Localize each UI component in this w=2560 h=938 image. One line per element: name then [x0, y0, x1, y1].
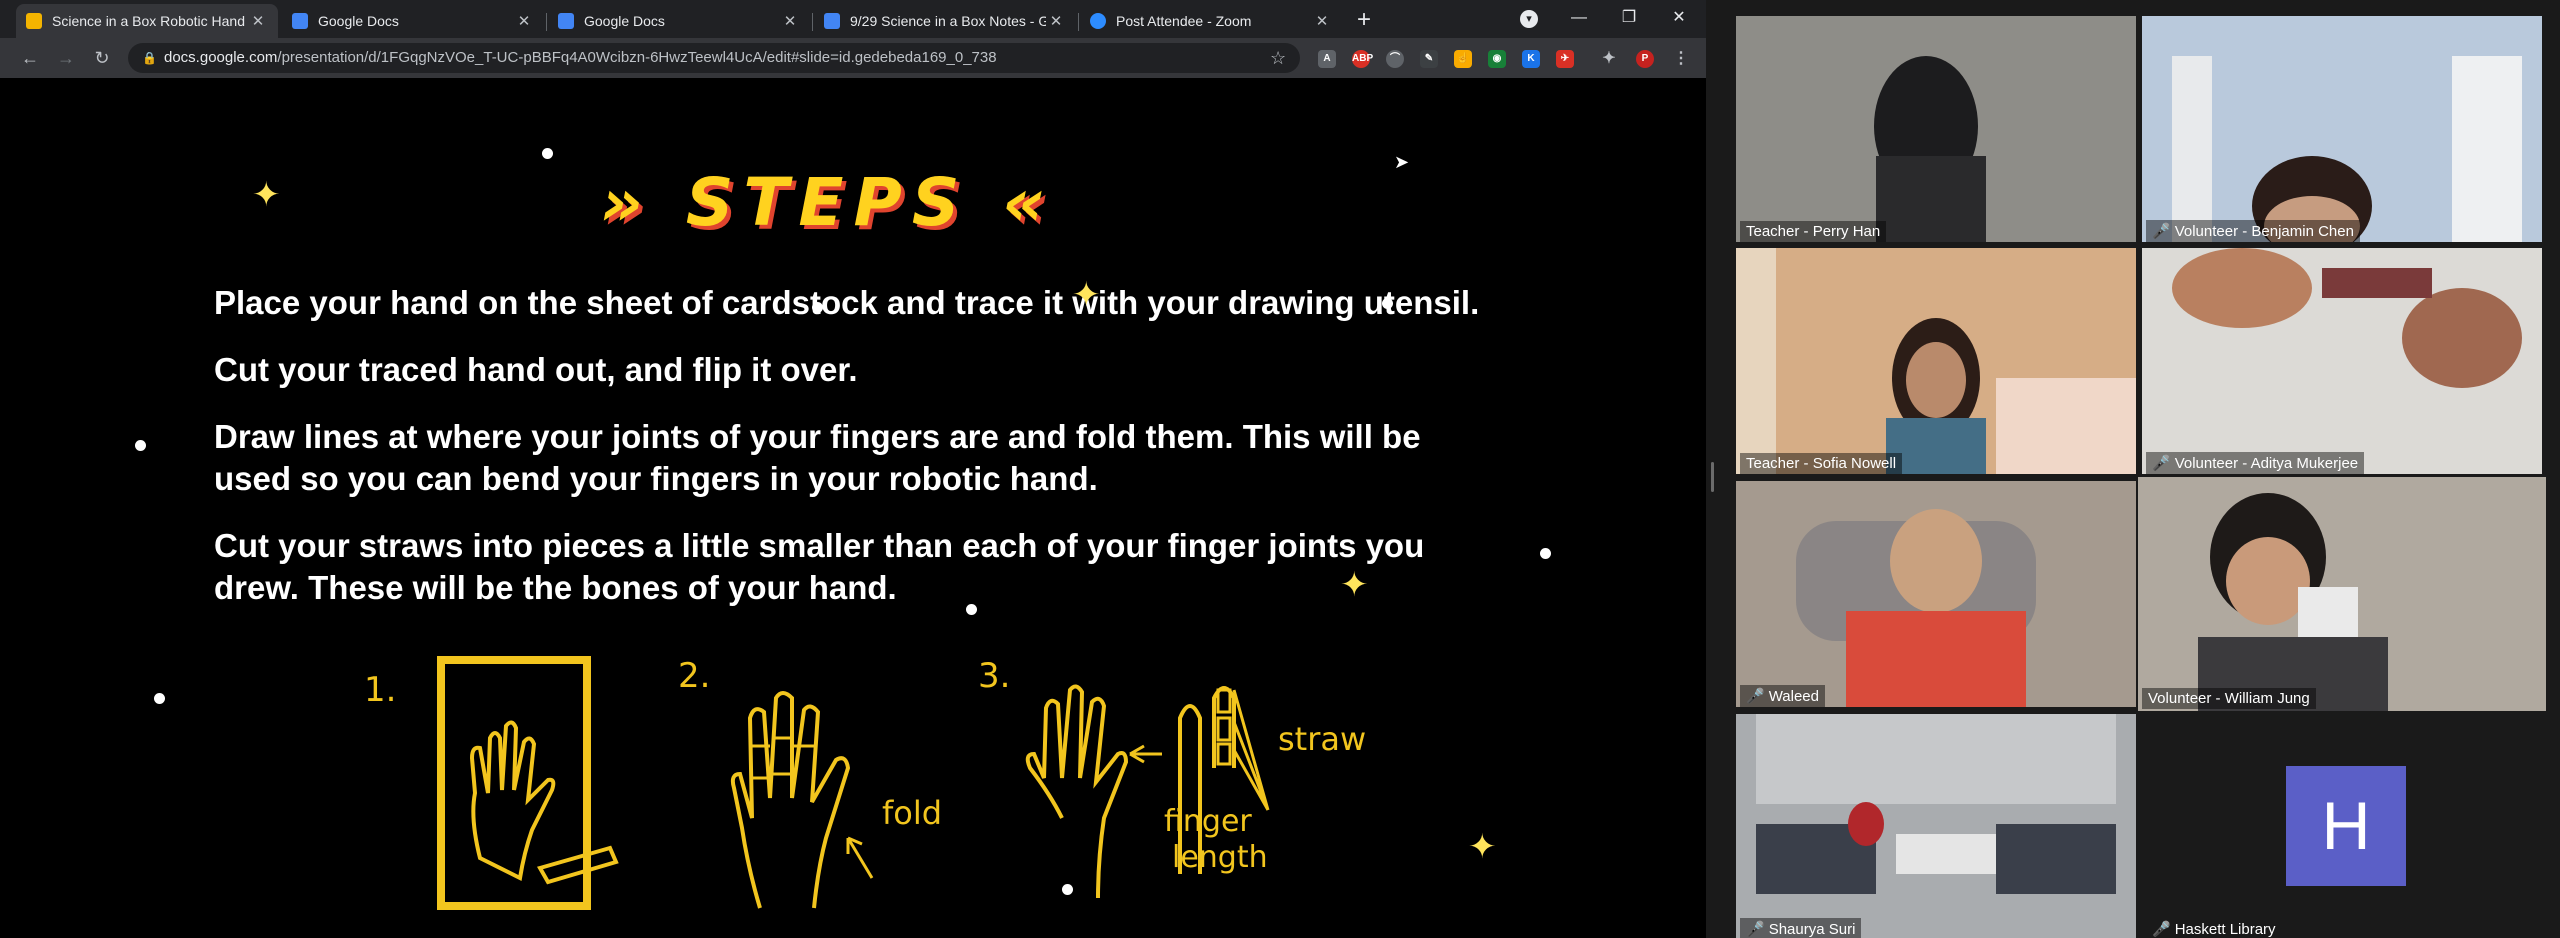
url-host: docs.google.com	[164, 49, 278, 66]
tab-strip: Science in a Box Robotic Hand - G ✕ Goog…	[0, 0, 1706, 38]
hand-outline-3	[1025, 684, 1129, 899]
video-feed	[1736, 481, 2136, 707]
participant-name: 🎤 Shaurya Suri	[1740, 918, 1862, 938]
video-feed	[2142, 16, 2542, 242]
tab-robotic-hand[interactable]: Science in a Box Robotic Hand - G ✕	[16, 4, 278, 38]
new-tab-button[interactable]: +	[1350, 6, 1378, 34]
video-tile-waleed[interactable]: 🎤 Waleed	[1736, 481, 2136, 707]
reload-icon[interactable]: ↻	[88, 44, 116, 72]
extension-icon[interactable]: ☝	[1454, 50, 1472, 68]
video-tile-sofia-nowell[interactable]: Teacher - Sofia Nowell	[1736, 248, 2136, 474]
tab-separator	[812, 13, 813, 31]
zoom-icon	[1090, 13, 1106, 29]
muted-mic-icon: 🎤	[1746, 688, 1765, 705]
extension-icon[interactable]: ◉	[1488, 50, 1506, 68]
adblock-icon[interactable]: ABP	[1352, 50, 1373, 68]
straw-piece	[1216, 716, 1232, 742]
video-tile-benjamin-chen[interactable]: 🎤 Volunteer - Benjamin Chen	[2142, 16, 2542, 242]
extension-icon[interactable]: ✎	[1420, 50, 1438, 68]
profile-avatar-icon[interactable]: P	[1636, 50, 1654, 68]
close-tab-icon[interactable]: ✕	[248, 12, 268, 30]
video-feed	[2138, 477, 2546, 711]
muted-mic-icon: 🎤	[2152, 223, 2171, 240]
straw-brace	[1232, 689, 1270, 811]
straw-label: straw	[1278, 720, 1367, 758]
browser-toolbar: ← → ↻ 🔒 docs.google.com/presentation/d/1F…	[0, 38, 1706, 78]
screen: Science in a Box Robotic Hand - G ✕ Goog…	[0, 0, 2560, 938]
fold-label: fold	[882, 794, 943, 832]
tab-google-docs-2[interactable]: Google Docs ✕	[548, 4, 810, 38]
tab-science-notes[interactable]: 9/29 Science in a Box Notes - Go ✕	[814, 4, 1076, 38]
extension-icon[interactable]: ✈	[1556, 50, 1574, 68]
tab-zoom[interactable]: Post Attendee - Zoom ✕	[1080, 4, 1342, 38]
extension-icon[interactable]: K	[1522, 50, 1540, 68]
traced-hand	[469, 720, 556, 882]
participant-avatar: H	[2286, 766, 2406, 886]
tab-google-docs-1[interactable]: Google Docs ✕	[282, 4, 544, 38]
participant-name: 🎤 Volunteer - Benjamin Chen	[2146, 220, 2360, 242]
restore-button[interactable]: ❐	[1604, 0, 1654, 36]
docs-icon	[558, 13, 574, 29]
tab-title: Google Docs	[318, 13, 399, 29]
tab-separator	[546, 13, 547, 31]
close-tab-icon[interactable]: ✕	[1312, 12, 1332, 30]
video-feed	[1736, 248, 2136, 474]
video-feed	[1736, 714, 2136, 938]
window-divider[interactable]	[1706, 0, 1724, 938]
video-feed	[2142, 248, 2542, 474]
extension-icon[interactable]: ⌒	[1386, 50, 1404, 68]
close-tab-icon[interactable]: ✕	[780, 12, 800, 30]
straw-piece	[1216, 688, 1232, 714]
docs-icon	[292, 13, 308, 29]
tab-title: Post Attendee - Zoom	[1116, 13, 1252, 29]
video-tile-haskett-library[interactable]: H 🎤 Haskett Library	[2142, 714, 2542, 938]
chrome-window: Science in a Box Robotic Hand - G ✕ Goog…	[0, 0, 1706, 938]
bookmark-star-icon[interactable]: ☆	[1270, 44, 1286, 72]
tab-title: Google Docs	[584, 13, 665, 29]
participant-name: Volunteer - William Jung	[2142, 688, 2316, 709]
address-bar[interactable]: 🔒 docs.google.com/presentation/d/1FGqgNzV…	[128, 43, 1300, 73]
splitter-handle[interactable]	[1711, 462, 1714, 492]
back-icon[interactable]: ←	[16, 44, 44, 72]
video-tile-shaurya-suri[interactable]: 🎤 Shaurya Suri	[1736, 714, 2136, 938]
hand-illustrations	[437, 656, 1270, 910]
tab-title: Science in a Box Robotic Hand - G	[52, 13, 248, 29]
lock-icon: 🔒	[142, 51, 157, 65]
close-window-button[interactable]: ✕	[1654, 0, 1704, 36]
close-tab-icon[interactable]: ✕	[1046, 12, 1066, 30]
participant-name: 🎤 Haskett Library	[2152, 921, 2276, 938]
finger-length-label-2: length	[1172, 840, 1268, 875]
url-path: /presentation/d/1FGqgNzVOe_T-UC-pBBFq4A0…	[277, 49, 997, 66]
tab-separator	[1078, 13, 1079, 31]
video-feed	[1736, 16, 2136, 242]
minimize-button[interactable]: —	[1554, 0, 1604, 36]
finger-length-label-1: finger	[1164, 804, 1252, 839]
participant-name: 🎤 Waleed	[1740, 685, 1825, 707]
slides-icon	[26, 13, 42, 29]
pencil	[536, 845, 619, 885]
docs-icon	[824, 13, 840, 29]
puzzle-extensions-icon[interactable]: ✦	[1600, 50, 1618, 68]
participant-name: Teacher - Sofia Nowell	[1740, 453, 1903, 474]
menu-kebab-icon[interactable]: ⋮	[1672, 50, 1690, 68]
close-tab-icon[interactable]: ✕	[514, 12, 534, 30]
video-tile-aditya-mukerjee[interactable]: 🎤 Volunteer - Aditya Mukerjee	[2142, 248, 2542, 474]
extension-icon[interactable]: A	[1318, 50, 1336, 68]
video-tile-william-jung[interactable]: Volunteer - William Jung	[2138, 477, 2546, 711]
slide-view: » STEPS « Place your hand on the sheet o…	[0, 78, 1706, 938]
video-tile-perry-han[interactable]: Teacher - Perry Han	[1736, 16, 2136, 242]
muted-mic-icon: 🎤	[1746, 921, 1765, 938]
zoom-gallery: Teacher - Perry Han 🎤 Volunteer - Benjami…	[1724, 0, 2560, 938]
tab-search-icon[interactable]: ▾	[1520, 10, 1538, 28]
hand-with-folds	[730, 691, 851, 909]
muted-mic-icon: 🎤	[2152, 455, 2171, 472]
tab-title: 9/29 Science in a Box Notes - Go	[850, 13, 1046, 29]
straw-piece	[1216, 742, 1232, 766]
participant-name: Teacher - Perry Han	[1740, 221, 1887, 242]
forward-icon[interactable]: →	[52, 44, 80, 72]
muted-mic-icon: 🎤	[2152, 921, 2171, 938]
participant-name: 🎤 Volunteer - Aditya Mukerjee	[2146, 452, 2365, 474]
